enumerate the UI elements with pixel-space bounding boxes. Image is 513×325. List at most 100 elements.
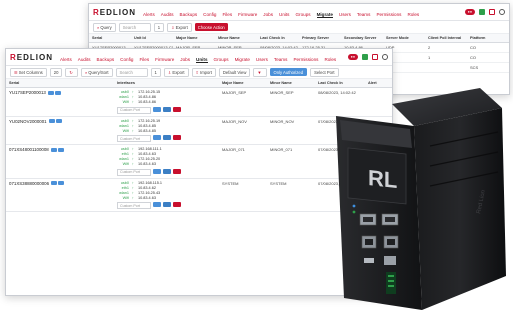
nav-item-groups[interactable]: Groups bbox=[214, 57, 229, 62]
nav-item-config[interactable]: Config bbox=[203, 12, 216, 17]
info-icon[interactable] bbox=[58, 181, 65, 186]
custom-port-input[interactable]: Custom Port bbox=[117, 106, 151, 114]
open-button[interactable] bbox=[163, 168, 171, 174]
nav-item-firmware[interactable]: Firmware bbox=[155, 57, 174, 62]
column-header[interactable]: Last Check In bbox=[257, 34, 299, 43]
set-columns-button[interactable]: ☰Set Columns bbox=[10, 67, 47, 77]
nav-item-users[interactable]: Users bbox=[339, 12, 351, 17]
nav-item-migrate[interactable]: Migrate bbox=[235, 57, 250, 62]
nav-item-users[interactable]: Users bbox=[256, 57, 268, 62]
nav-item-units[interactable]: Units bbox=[196, 57, 208, 63]
cell-poll: 1 bbox=[425, 52, 467, 63]
nav-item-alerts[interactable]: Alerts bbox=[60, 57, 72, 62]
nav-item-backups[interactable]: Backups bbox=[180, 12, 198, 17]
info-icon[interactable] bbox=[55, 119, 62, 124]
nav-item-teams[interactable]: Teams bbox=[357, 12, 371, 17]
column-header[interactable]: Primary Server bbox=[299, 34, 341, 43]
nav-item-permissions[interactable]: Permissions bbox=[376, 12, 401, 17]
cell-serial: YU02NOV2000001 bbox=[6, 116, 114, 145]
nav-item-jobs[interactable]: Jobs bbox=[180, 57, 190, 62]
column-header[interactable]: Minor Name bbox=[267, 79, 315, 88]
column-header[interactable]: Interfaces bbox=[114, 79, 219, 88]
filter-icon[interactable]: ▼ bbox=[253, 67, 267, 77]
column-header[interactable]: Platform bbox=[467, 34, 509, 43]
connect-button[interactable] bbox=[153, 135, 161, 140]
export-button[interactable]: ⇩Export bbox=[167, 22, 192, 32]
row-actions bbox=[48, 119, 62, 124]
open-button[interactable] bbox=[163, 135, 171, 140]
remove-button[interactable] bbox=[173, 168, 181, 174]
nav-item-roles[interactable]: Roles bbox=[324, 57, 336, 62]
nav-item-audits[interactable]: Audits bbox=[161, 12, 174, 17]
query-sort-button[interactable]: ⌕Query/Sort bbox=[80, 67, 113, 77]
nav-item-units[interactable]: Units bbox=[279, 12, 289, 17]
search-input[interactable]: Search bbox=[115, 67, 148, 77]
back-logo: REDLION bbox=[93, 7, 137, 17]
cell-major-name: MAJOR_SEP bbox=[219, 87, 267, 117]
nav-item-config[interactable]: Config bbox=[120, 57, 133, 62]
only-authorized-button[interactable]: Only Authorized bbox=[269, 68, 308, 76]
column-header[interactable]: Server Mode bbox=[383, 34, 425, 43]
column-header[interactable]: Major Name bbox=[173, 34, 215, 43]
connect-button[interactable] bbox=[153, 168, 161, 174]
page-size-select[interactable]: 20 bbox=[49, 67, 63, 77]
custom-port-input[interactable]: Custom Port bbox=[117, 202, 151, 209]
column-header[interactable]: Secondary Server bbox=[341, 34, 383, 43]
nav-item-files[interactable]: Files bbox=[139, 57, 149, 62]
edit-icon[interactable] bbox=[51, 181, 58, 186]
connect-button[interactable] bbox=[153, 106, 161, 112]
custom-port-input[interactable]: Custom Port bbox=[117, 135, 151, 142]
column-header[interactable]: Serial bbox=[6, 79, 114, 88]
column-header[interactable]: Client Poll Interval bbox=[425, 34, 467, 43]
status-icon[interactable] bbox=[479, 9, 485, 15]
page-select[interactable]: 1 bbox=[150, 67, 161, 77]
info-icon[interactable] bbox=[54, 90, 61, 95]
nav-item-firmware[interactable]: Firmware bbox=[238, 12, 257, 17]
nav-item-files[interactable]: Files bbox=[222, 12, 232, 17]
nav-item-migrate[interactable]: Migrate bbox=[316, 12, 333, 18]
search-input[interactable]: Search bbox=[118, 22, 151, 32]
column-header[interactable]: Major Name bbox=[219, 79, 267, 88]
status-icon[interactable] bbox=[362, 54, 368, 60]
nav-item-alerts[interactable]: Alerts bbox=[143, 12, 155, 17]
remove-button[interactable] bbox=[173, 135, 181, 140]
row-actions bbox=[51, 181, 65, 186]
nav-item-roles[interactable]: Roles bbox=[407, 12, 419, 17]
nav-item-permissions[interactable]: Permissions bbox=[293, 57, 318, 62]
refresh-icon[interactable]: ↻ bbox=[65, 67, 78, 77]
column-header[interactable]: Serial bbox=[89, 34, 131, 43]
edit-icon[interactable] bbox=[48, 119, 55, 124]
page-select[interactable]: 1 bbox=[153, 22, 165, 32]
query-button[interactable]: ⌕Query bbox=[93, 22, 116, 32]
serial-number: 071XS48001100008 bbox=[9, 147, 49, 152]
import-button[interactable]: ⇧Import bbox=[191, 67, 216, 77]
info-icon[interactable] bbox=[57, 147, 64, 152]
remove-button[interactable] bbox=[173, 106, 181, 112]
nav-item-backups[interactable]: Backups bbox=[97, 57, 115, 62]
nav-item-jobs[interactable]: Jobs bbox=[263, 12, 273, 17]
gear-icon[interactable] bbox=[499, 9, 505, 15]
nav-item-teams[interactable]: Teams bbox=[274, 57, 288, 62]
edit-icon[interactable] bbox=[47, 90, 54, 95]
interface-entry: Wifi ↑ 10.83.4.86 bbox=[117, 100, 216, 105]
gear-icon[interactable] bbox=[382, 54, 388, 60]
connect-button[interactable] bbox=[153, 202, 161, 207]
edit-icon[interactable] bbox=[50, 147, 57, 152]
back-navbar: REDLION Alerts Audits Backups Config Files Fi… bbox=[89, 4, 509, 21]
remove-button[interactable] bbox=[173, 202, 181, 207]
choose-action-button[interactable]: Choose Action bbox=[194, 23, 228, 31]
power-icon[interactable] bbox=[489, 9, 495, 15]
cell-interfaces: usb0 ↑ 192.168.115.1 eth1 ↑ 10.83.4.62 wlan1 ↑ 1… bbox=[114, 178, 219, 212]
export-button[interactable]: ⇩Export bbox=[163, 67, 189, 77]
column-header[interactable]: Unit Id bbox=[131, 34, 173, 43]
power-icon[interactable] bbox=[372, 54, 378, 60]
open-button[interactable] bbox=[163, 202, 171, 207]
open-button[interactable] bbox=[163, 106, 171, 112]
nav-item-audits[interactable]: Audits bbox=[78, 57, 91, 62]
interface-ip: 10.83.4.86 bbox=[138, 100, 156, 104]
view-select[interactable]: Default View bbox=[218, 67, 251, 77]
nav-item-groups[interactable]: Groups bbox=[295, 12, 310, 17]
custom-port-input[interactable]: Custom Port bbox=[117, 168, 151, 176]
select-port-select[interactable]: Select Port bbox=[310, 67, 339, 77]
column-header[interactable]: Minor Name bbox=[215, 34, 257, 43]
